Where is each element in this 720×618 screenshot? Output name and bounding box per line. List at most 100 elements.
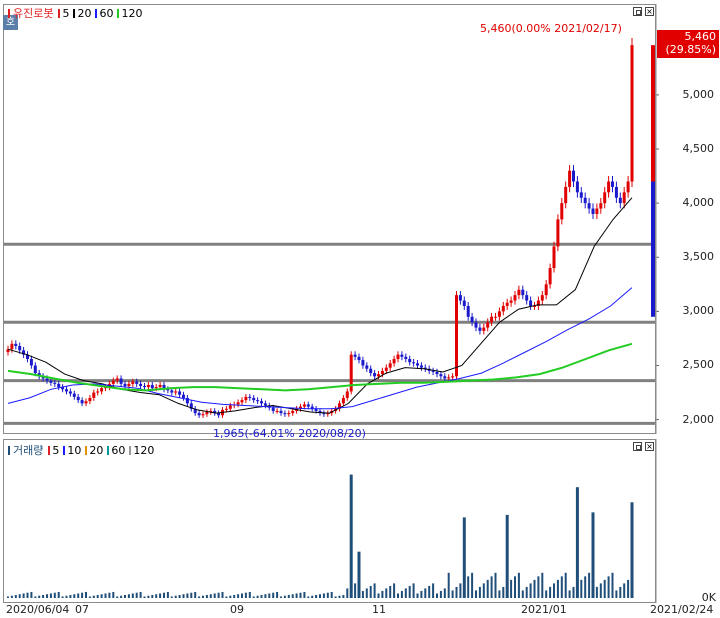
candle-body <box>591 208 595 214</box>
legend-swatch <box>73 8 76 18</box>
candle-body <box>18 346 22 351</box>
candle-body <box>68 391 72 394</box>
price-legend-item-5[interactable]: 5 <box>58 7 69 20</box>
candle-body <box>115 378 119 381</box>
volume-bar <box>607 576 610 598</box>
y-tick-label: 2,500 <box>682 358 715 372</box>
volume-bar <box>588 572 591 598</box>
volume-legend-item-10[interactable]: 10 <box>63 444 81 457</box>
volume-bar <box>623 583 626 598</box>
volume-bar <box>439 590 442 598</box>
candle-body <box>568 170 572 187</box>
volume-bar <box>260 594 263 598</box>
volume-bar <box>57 591 60 598</box>
high-annotation: 5,460(0.00% 2021/02/17) <box>480 22 622 35</box>
candle-body <box>501 305 505 312</box>
candle-body <box>302 404 306 407</box>
volume-bar <box>397 593 399 598</box>
current-change: (29.85%) <box>665 43 716 56</box>
candle-body <box>143 386 146 388</box>
candle-body <box>404 356 408 359</box>
volume-bar <box>627 579 630 598</box>
candle-body <box>462 300 466 306</box>
minimize-button-volume[interactable] <box>633 442 642 451</box>
candle-body <box>256 400 260 402</box>
volume-bar <box>22 593 25 598</box>
y-tick-label: 4,000 <box>682 196 715 210</box>
volume-bar <box>295 593 298 598</box>
volume-legend-item-20[interactable]: 20 <box>85 444 103 457</box>
volume-bar <box>584 576 587 598</box>
volume-legend-item-5[interactable]: 5 <box>48 444 59 457</box>
candle-body <box>486 322 490 328</box>
volume-bar <box>225 596 228 598</box>
volume-bar <box>190 592 193 598</box>
candle-body <box>451 376 455 378</box>
candle-body <box>380 370 384 375</box>
candle-body <box>357 356 361 361</box>
volume-bar <box>46 594 48 598</box>
volume-bar <box>124 594 126 598</box>
volume-bar <box>213 593 216 598</box>
price-legend-item-120[interactable]: 120 <box>117 7 142 20</box>
volume-bar <box>73 594 76 598</box>
candle-body <box>150 384 154 389</box>
close-button-volume[interactable]: × <box>645 442 654 451</box>
volume-bar <box>139 591 142 598</box>
candle-body <box>497 311 501 317</box>
candle-body <box>279 410 283 414</box>
candle-body <box>388 363 392 368</box>
volume-bar <box>14 594 17 598</box>
volume-bar <box>53 592 56 598</box>
candle-body <box>84 401 88 404</box>
volume-bar <box>541 572 544 598</box>
candle-body <box>283 413 287 415</box>
volume-bar <box>151 594 154 598</box>
volume-bar <box>369 585 372 598</box>
volume-bar <box>478 586 481 598</box>
volume-bar <box>416 593 419 598</box>
low-annotation: 1,965(-64.01% 2020/08/20) <box>213 427 366 440</box>
candle-body <box>201 414 205 416</box>
volume-bar <box>393 583 396 598</box>
legend-label: 20 <box>77 6 92 20</box>
volume-spike-bar <box>575 487 579 598</box>
volume-bar <box>564 572 567 598</box>
volume-bar <box>174 595 177 598</box>
legend-marker <box>8 8 10 18</box>
volume-bar <box>166 591 169 598</box>
close-button[interactable]: × <box>645 7 654 16</box>
candle-body <box>392 358 396 364</box>
candle-body <box>595 208 599 214</box>
candle-body <box>599 203 603 209</box>
candle-body <box>111 380 115 384</box>
volume-bar <box>194 591 197 598</box>
candle-body <box>260 401 263 404</box>
volume-bar <box>61 596 64 598</box>
candle-body <box>490 316 494 323</box>
volume-bar <box>104 593 107 598</box>
volume-bar <box>202 595 204 598</box>
volume-bar <box>315 594 318 598</box>
candle-body <box>400 354 404 357</box>
legend-label: 120 <box>121 6 143 20</box>
price-legend-item-60[interactable]: 60 <box>95 7 113 20</box>
stock-chart-window: 호 유진로봇 5 20 60 120 × × 5,460(0.00% 2021/02/… <box>0 0 720 618</box>
candle-body <box>341 397 345 404</box>
volume-bar <box>143 596 146 598</box>
volume-legend-item-60[interactable]: 60 <box>107 444 125 457</box>
candle-body <box>72 393 76 397</box>
volume-bar <box>26 592 29 598</box>
candle-body <box>540 295 544 301</box>
price-legend-item-20[interactable]: 20 <box>73 7 91 20</box>
volume-bar <box>30 591 33 598</box>
candle-body <box>146 384 150 388</box>
candle-body <box>373 373 377 377</box>
volume-bar <box>354 583 357 598</box>
volume-legend-item-120[interactable]: 120 <box>129 444 154 457</box>
candle-body <box>76 396 80 401</box>
y-tick-label: 3,500 <box>682 250 715 264</box>
volume-bar <box>42 594 45 598</box>
minimize-button[interactable] <box>633 7 642 16</box>
candle-body <box>443 376 447 379</box>
